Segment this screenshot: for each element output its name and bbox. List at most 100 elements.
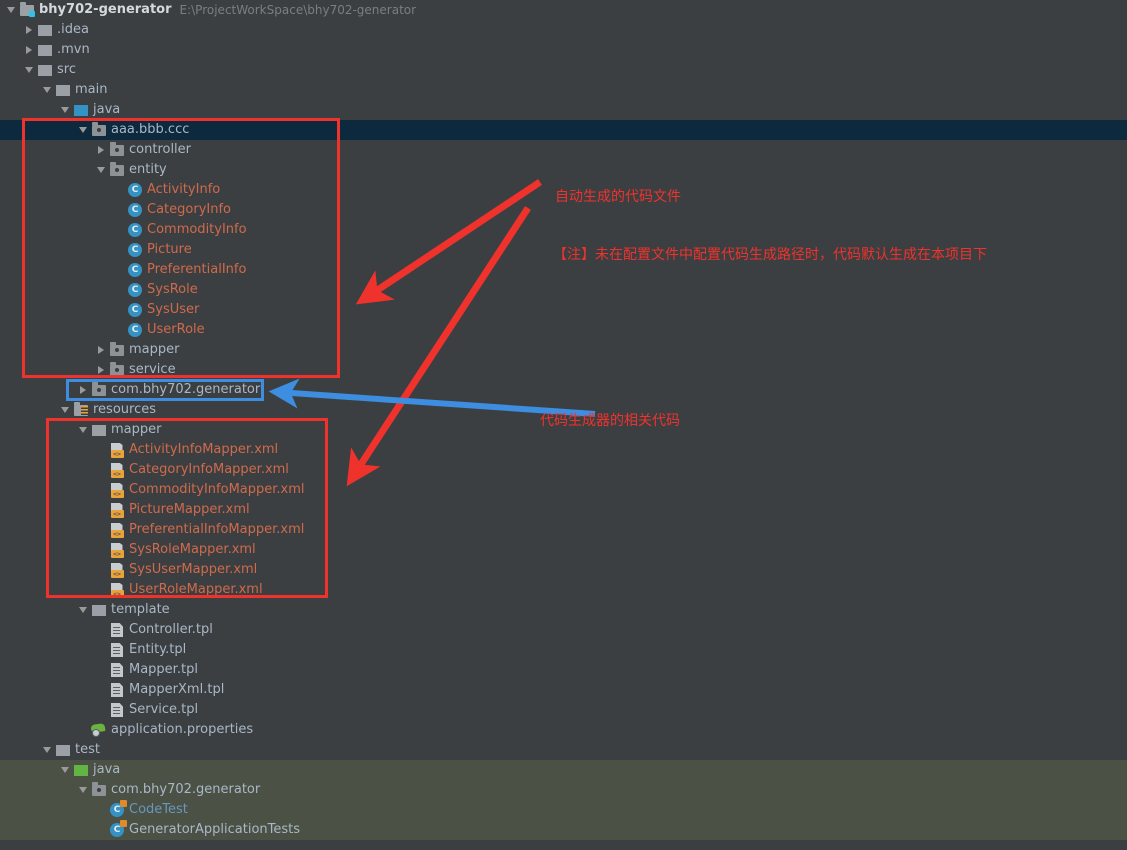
tree-row[interactable]: application.properties [0, 720, 1127, 740]
tree-icon-wrap [108, 440, 126, 460]
tree-row[interactable]: src [0, 60, 1127, 80]
tree-row[interactable]: C ActivityInfo [0, 180, 1127, 200]
chevron-right-icon[interactable] [94, 340, 108, 360]
tree-node-label: ActivityInfo [147, 182, 221, 197]
tree-icon-wrap [108, 460, 126, 480]
tree-row[interactable]: PreferentialInfoMapper.xml [0, 520, 1127, 540]
chevron-down-icon[interactable] [58, 760, 72, 780]
file-icon [111, 663, 123, 677]
module-icon [20, 1, 35, 17]
tree-row[interactable]: mapper [0, 340, 1127, 360]
tree-node-label: .mvn [57, 42, 90, 57]
project-tree-panel[interactable]: bhy702-generator E:\ProjectWorkSpace\bhy7… [0, 0, 1127, 846]
chevron-down-icon[interactable] [58, 400, 72, 420]
tree-row[interactable]: C PreferentialInfo [0, 260, 1127, 280]
tree-node-label: resources [93, 402, 157, 417]
chevron-down-icon[interactable] [22, 60, 36, 80]
tree-row[interactable]: C SysUser [0, 300, 1127, 320]
tree-row[interactable]: java [0, 760, 1127, 780]
tree-row[interactable]: mapper [0, 420, 1127, 440]
tree-row[interactable]: C GeneratorApplicationTests [0, 820, 1127, 840]
tree-row[interactable]: UserRoleMapper.xml [0, 580, 1127, 600]
chevron-down-icon[interactable] [4, 0, 18, 20]
tree-row[interactable]: bhy702-generator E:\ProjectWorkSpace\bhy7… [0, 0, 1127, 20]
tree-row[interactable]: template [0, 600, 1127, 620]
tree-row[interactable]: C CommodityInfo [0, 220, 1127, 240]
chevron-right-icon[interactable] [22, 20, 36, 40]
chevron-right-icon[interactable] [94, 360, 108, 380]
tree-row[interactable]: test [0, 740, 1127, 760]
tree-row[interactable]: resources [0, 400, 1127, 420]
tree-row[interactable]: C UserRole [0, 320, 1127, 340]
tree-node-label: CodeTest [129, 802, 188, 817]
package-icon [92, 121, 106, 136]
chevron-right-icon[interactable] [76, 380, 90, 400]
tree-icon-wrap [54, 80, 72, 100]
tree-icon-wrap [108, 360, 126, 380]
tree-icon-wrap [108, 340, 126, 360]
tree-row[interactable]: C CategoryInfo [0, 200, 1127, 220]
tree-row[interactable]: ActivityInfoMapper.xml [0, 440, 1127, 460]
chevron-down-icon[interactable] [76, 600, 90, 620]
tree-row[interactable]: SysUserMapper.xml [0, 560, 1127, 580]
tree-node-label: ActivityInfoMapper.xml [129, 442, 279, 457]
tree-row[interactable]: CategoryInfoMapper.xml [0, 460, 1127, 480]
tree-node-label: java [93, 102, 121, 117]
tree-icon-wrap [36, 60, 54, 80]
tree-row[interactable]: .mvn [0, 40, 1127, 60]
tree-row[interactable]: C Picture [0, 240, 1127, 260]
tree-node-label: test [75, 742, 100, 757]
tree-row[interactable]: Controller.tpl [0, 620, 1127, 640]
chevron-down-icon[interactable] [58, 100, 72, 120]
xml-file-icon [110, 583, 124, 598]
chevron-down-icon[interactable] [76, 780, 90, 800]
tree-row[interactable]: Entity.tpl [0, 640, 1127, 660]
tree-row[interactable]: entity [0, 160, 1127, 180]
tree-icon-wrap [90, 120, 108, 140]
java-class-icon: C [128, 223, 142, 237]
tree-row[interactable]: C CodeTest [0, 800, 1127, 820]
tree-row[interactable]: CommodityInfoMapper.xml [0, 480, 1127, 500]
chevron-right-icon[interactable] [94, 140, 108, 160]
chevron-down-icon[interactable] [40, 740, 54, 760]
chevron-down-icon[interactable] [76, 120, 90, 140]
tree-row[interactable]: controller [0, 140, 1127, 160]
file-icon [111, 703, 123, 717]
tree-row[interactable]: Service.tpl [0, 700, 1127, 720]
package-icon [110, 141, 124, 156]
no-chevron [94, 500, 108, 520]
tree-row[interactable]: PictureMapper.xml [0, 500, 1127, 520]
tree-row[interactable]: MapperXml.tpl [0, 680, 1127, 700]
tree-icon-wrap: C [126, 220, 144, 240]
tree-row[interactable]: aaa.bbb.ccc [0, 120, 1127, 140]
chevron-right-icon[interactable] [22, 40, 36, 60]
tree-row[interactable]: .idea [0, 20, 1127, 40]
no-chevron [94, 540, 108, 560]
tree-icon-wrap [72, 400, 90, 420]
chevron-down-icon[interactable] [94, 160, 108, 180]
tree-row[interactable]: java [0, 100, 1127, 120]
no-chevron [94, 520, 108, 540]
chevron-down-icon[interactable] [76, 420, 90, 440]
tree-row[interactable]: Mapper.tpl [0, 660, 1127, 680]
chevron-down-icon[interactable] [40, 80, 54, 100]
tree-row[interactable]: com.bhy702.generator [0, 380, 1127, 400]
tree-row[interactable]: service [0, 360, 1127, 380]
tree-row[interactable]: SysRoleMapper.xml [0, 540, 1127, 560]
tree-row[interactable]: com.bhy702.generator [0, 780, 1127, 800]
tree-row[interactable]: C SysRole [0, 280, 1127, 300]
tree-row[interactable]: main [0, 80, 1127, 100]
tree-icon-wrap [108, 480, 126, 500]
tree-node-label: Service.tpl [129, 702, 199, 717]
